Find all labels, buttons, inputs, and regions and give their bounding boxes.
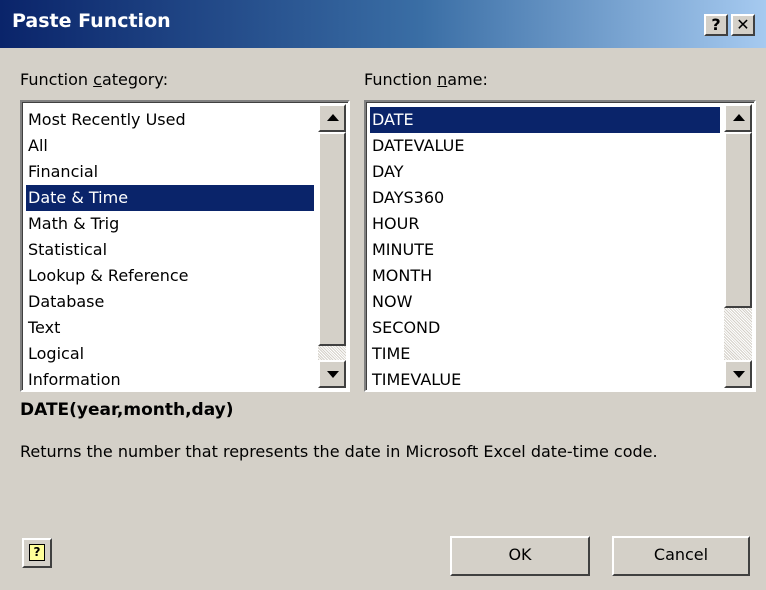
- paste-function-dialog: Paste Function ? ✕ Function category: Fu…: [0, 0, 766, 590]
- category-listbox[interactable]: Most Recently Used All Financial Date & Tim…: [20, 100, 350, 392]
- chevron-up-icon: [327, 114, 339, 121]
- function-name-label: Function name:: [364, 70, 488, 89]
- chevron-up-icon: [733, 114, 745, 121]
- cancel-button[interactable]: Cancel: [612, 536, 750, 576]
- close-icon: ✕: [736, 15, 750, 34]
- function-list-item[interactable]: DATE: [370, 107, 720, 133]
- category-list-item[interactable]: Logical: [26, 341, 314, 367]
- category-list-item[interactable]: Financial: [26, 159, 314, 185]
- category-list-item[interactable]: Lookup & Reference: [26, 263, 314, 289]
- category-scroll-down-button[interactable]: [318, 360, 346, 388]
- category-label: Function category:: [20, 70, 169, 89]
- function-list-item[interactable]: DATEVALUE: [370, 133, 720, 159]
- function-list-item[interactable]: DAYS360: [370, 185, 720, 211]
- window-title: Paste Function: [12, 10, 171, 32]
- function-list-item[interactable]: MINUTE: [370, 237, 720, 263]
- function-list-item[interactable]: HOUR: [370, 211, 720, 237]
- function-listbox[interactable]: DATE DATEVALUE DAY DAYS360 HOUR MINUTE MONTH NO…: [364, 100, 756, 392]
- chevron-down-icon: [733, 371, 745, 378]
- title-help-button[interactable]: ?: [704, 14, 728, 36]
- office-assistant-button[interactable]: ?: [22, 538, 52, 568]
- function-list-item[interactable]: DAY: [370, 159, 720, 185]
- function-scroll-thumb[interactable]: [724, 132, 752, 308]
- function-description: Returns the number that represents the d…: [20, 442, 658, 461]
- category-list-item[interactable]: Statistical: [26, 237, 314, 263]
- category-scroll-thumb[interactable]: [318, 132, 346, 346]
- title-close-button[interactable]: ✕: [731, 14, 755, 36]
- function-list-item[interactable]: MONTH: [370, 263, 720, 289]
- help-bubble-icon: ?: [29, 544, 45, 561]
- category-list-item[interactable]: Most Recently Used: [26, 107, 314, 133]
- function-list-item[interactable]: NOW: [370, 289, 720, 315]
- category-list-item[interactable]: All: [26, 133, 314, 159]
- category-list-item[interactable]: Text: [26, 315, 314, 341]
- category-list-item[interactable]: Database: [26, 289, 314, 315]
- function-list-item[interactable]: TIME: [370, 341, 720, 367]
- category-list-item[interactable]: Date & Time: [26, 185, 314, 211]
- function-list-item[interactable]: TIMEVALUE: [370, 367, 720, 393]
- function-syntax: DATE(year,month,day): [20, 400, 234, 420]
- category-list-item[interactable]: Math & Trig: [26, 211, 314, 237]
- function-list-item[interactable]: SECOND: [370, 315, 720, 341]
- function-list: DATE DATEVALUE DAY DAYS360 HOUR MINUTE MONTH NO…: [366, 102, 754, 390]
- ok-button[interactable]: OK: [450, 536, 590, 576]
- category-scroll-up-button[interactable]: [318, 104, 346, 132]
- function-scroll-down-button[interactable]: [724, 360, 752, 388]
- function-scrollbar[interactable]: [724, 104, 752, 388]
- category-list-item[interactable]: Information: [26, 367, 314, 393]
- help-icon: ?: [711, 15, 721, 34]
- function-scroll-up-button[interactable]: [724, 104, 752, 132]
- title-bar[interactable]: Paste Function ? ✕: [0, 0, 766, 48]
- chevron-down-icon: [327, 371, 339, 378]
- category-scrollbar[interactable]: [318, 104, 346, 388]
- category-list: Most Recently Used All Financial Date & Tim…: [22, 102, 348, 390]
